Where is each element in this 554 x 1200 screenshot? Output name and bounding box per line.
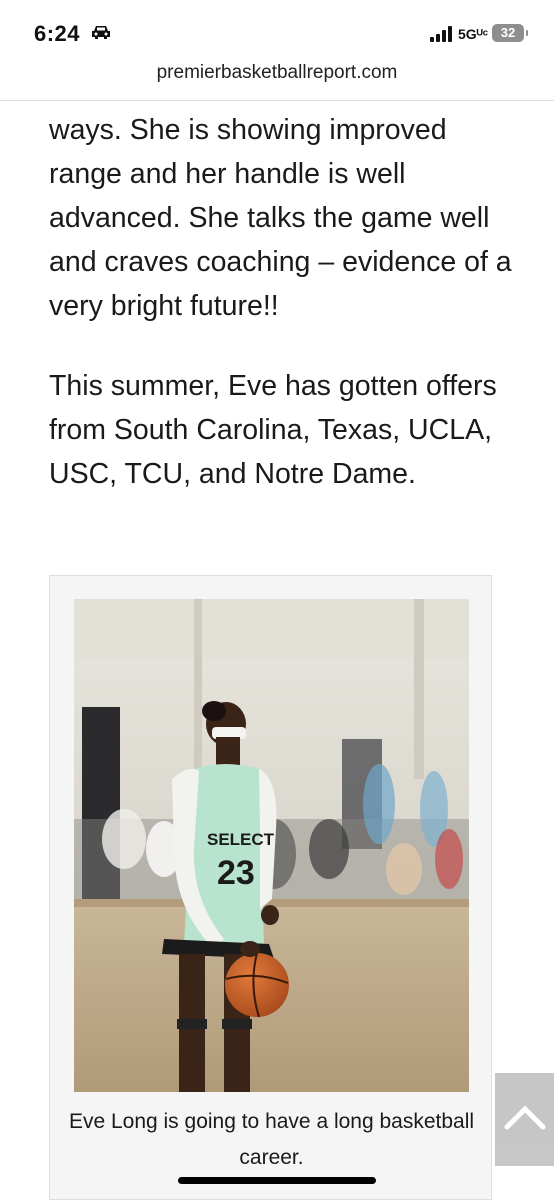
chevron-up-icon	[504, 1105, 546, 1130]
jersey-text: SELECT	[207, 830, 275, 849]
url-text: premierbasketballreport.com	[156, 62, 398, 83]
article-figure: SELECT 23 Eve Long is going to have a lo…	[49, 575, 492, 1200]
article-paragraph: ways. She is showing improved range and …	[49, 114, 512, 322]
player-photo[interactable]: SELECT 23	[74, 599, 469, 1092]
player-photo-illustration: SELECT 23	[74, 599, 469, 1092]
car-icon	[92, 26, 110, 39]
network-indicator: 5Gᵁᶜ	[458, 26, 489, 42]
address-bar[interactable]: premierbasketballreport.com	[0, 56, 554, 101]
jersey-number: 23	[217, 854, 255, 892]
status-time: 6:24	[34, 21, 81, 46]
signal-icon	[430, 26, 452, 42]
status-bar: 6:24 5Gᵁᶜ 32	[0, 0, 554, 56]
article-paragraph: This summer, Eve has gotten offers from …	[49, 370, 497, 490]
scroll-to-top-button[interactable]	[495, 1073, 554, 1166]
home-indicator[interactable]	[178, 1177, 376, 1184]
figure-caption: Eve Long is going to have a long basketb…	[68, 1110, 475, 1169]
battery-icon: 32	[492, 24, 528, 42]
